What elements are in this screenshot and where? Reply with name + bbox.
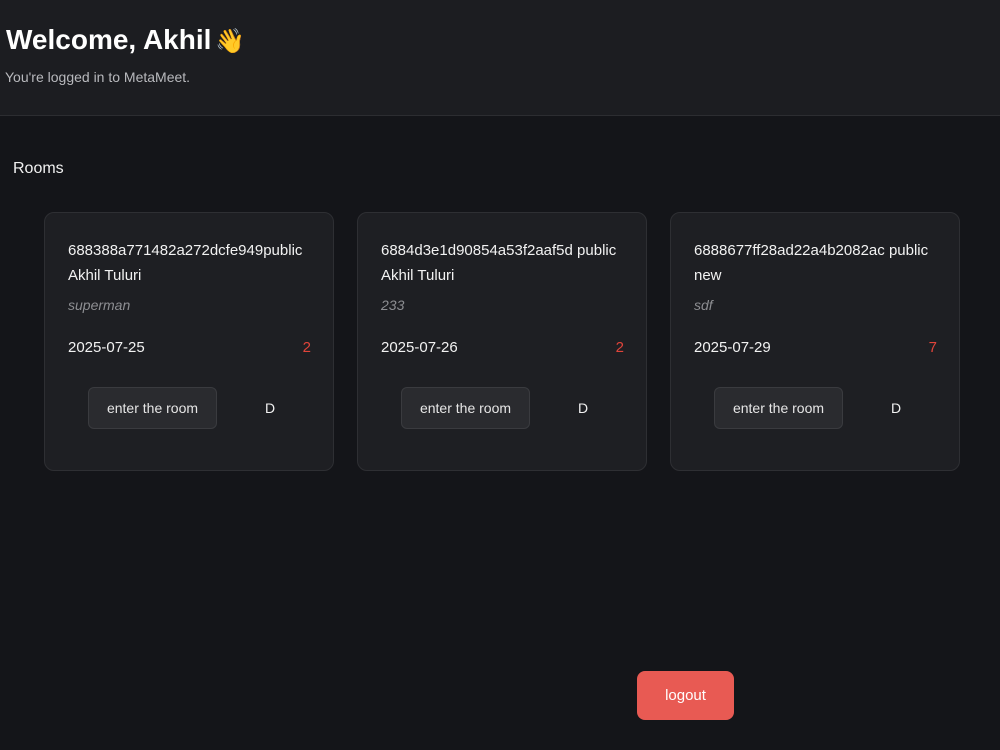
enter-room-button[interactable]: enter the room bbox=[401, 387, 530, 429]
delete-room-button[interactable]: D bbox=[566, 387, 600, 429]
room-title: 6888677ff28ad22a4b2082ac public new bbox=[694, 238, 944, 288]
room-id: 688388a771482a272dcfe949 bbox=[68, 242, 264, 259]
room-id: 6884d3e1d90854a53f2aaf5d bbox=[381, 242, 573, 259]
room-card: 688388a771482a272dcfe949public Akhil Tulu… bbox=[44, 212, 334, 471]
room-owner: Akhil Tuluri bbox=[381, 267, 455, 284]
welcome-text: Welcome, Akhil bbox=[6, 24, 212, 55]
room-description: sdf bbox=[694, 297, 713, 313]
room-date: 2025-07-29 bbox=[694, 339, 771, 356]
welcome-title: Welcome, Akhil 👋 bbox=[6, 22, 245, 60]
enter-room-button[interactable]: enter the room bbox=[88, 387, 217, 429]
room-visibility: public bbox=[263, 242, 303, 259]
logout-button[interactable]: logout bbox=[637, 671, 734, 720]
room-visibility: public bbox=[888, 242, 929, 259]
wave-icon: 👋 bbox=[215, 28, 246, 55]
room-card: 6888677ff28ad22a4b2082ac public new sdf 2… bbox=[670, 212, 960, 471]
room-participant-count: 7 bbox=[928, 339, 937, 356]
login-subtitle: You're logged in to MetaMeet. bbox=[5, 69, 191, 85]
room-title: 688388a771482a272dcfe949public Akhil Tulu… bbox=[68, 238, 318, 288]
room-owner: Akhil Tuluri bbox=[68, 267, 142, 284]
room-title: 6884d3e1d90854a53f2aaf5d public Akhil Tul… bbox=[381, 238, 631, 288]
room-list: 688388a771482a272dcfe949public Akhil Tulu… bbox=[44, 212, 960, 471]
room-id: 6888677ff28ad22a4b2082ac bbox=[694, 242, 885, 259]
room-participant-count: 2 bbox=[615, 339, 624, 356]
room-owner: new bbox=[694, 267, 722, 284]
room-description: 233 bbox=[381, 297, 405, 313]
delete-room-button[interactable]: D bbox=[253, 387, 287, 429]
room-description: superman bbox=[68, 297, 131, 313]
room-date: 2025-07-26 bbox=[381, 339, 458, 356]
room-participant-count: 2 bbox=[302, 339, 311, 356]
rooms-heading: Rooms bbox=[13, 160, 64, 177]
room-card: 6884d3e1d90854a53f2aaf5d public Akhil Tul… bbox=[357, 212, 647, 471]
room-date: 2025-07-25 bbox=[68, 339, 145, 356]
page-header: Welcome, Akhil 👋 You're logged in to Meta… bbox=[0, 0, 1000, 116]
enter-room-button[interactable]: enter the room bbox=[714, 387, 843, 429]
delete-room-button[interactable]: D bbox=[879, 387, 913, 429]
room-visibility: public bbox=[577, 242, 617, 259]
